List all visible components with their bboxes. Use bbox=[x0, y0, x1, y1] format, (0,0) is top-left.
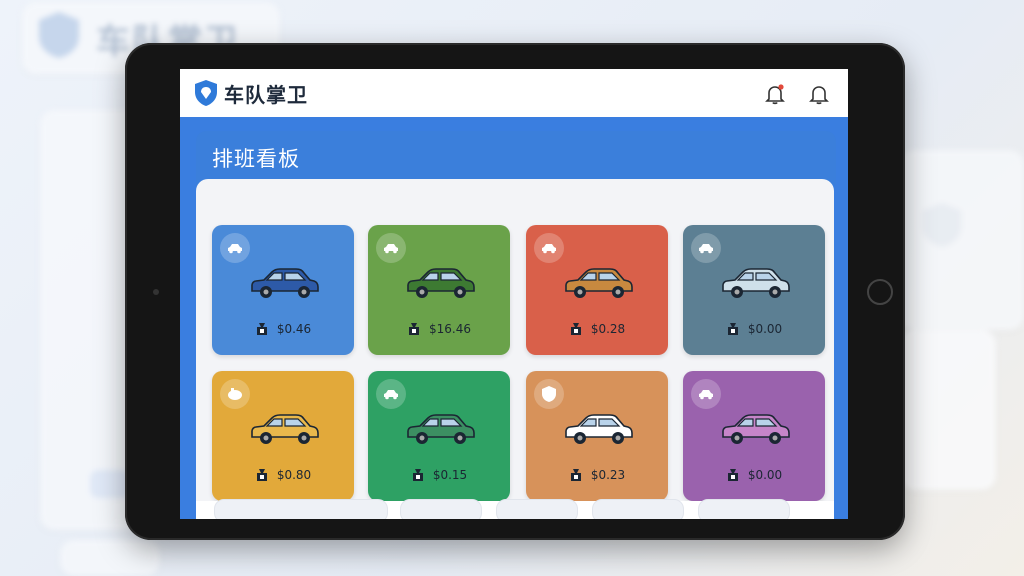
bottom-tab[interactable] bbox=[592, 499, 684, 519]
vehicle-tile[interactable]: $0.23 bbox=[526, 371, 668, 501]
home-button[interactable] bbox=[867, 279, 893, 305]
money-bag-icon bbox=[570, 469, 581, 481]
money-bag-icon bbox=[409, 323, 419, 335]
money-bag-icon bbox=[256, 323, 267, 335]
car-illustration-icon bbox=[407, 414, 475, 444]
tile-footer: $0.28 bbox=[526, 319, 668, 339]
vehicle-tile[interactable]: $0.80 bbox=[212, 371, 354, 501]
tile-amount: $0.28 bbox=[590, 322, 626, 336]
bell-icon[interactable] bbox=[808, 83, 830, 105]
vehicle-tile[interactable]: $0.00 bbox=[683, 371, 825, 501]
board-title: 排班看板 bbox=[212, 147, 300, 171]
tile-amount: $0.80 bbox=[276, 468, 312, 482]
bottom-tab[interactable] bbox=[496, 499, 578, 519]
car-illustration-icon bbox=[722, 414, 790, 444]
tile-amount: $16.46 bbox=[429, 322, 471, 336]
car-icon bbox=[699, 244, 713, 254]
car-illustration-icon bbox=[722, 268, 790, 298]
money-bag-icon bbox=[412, 469, 423, 481]
tablet-device: 车队掌卫 排班看板 $0.46 $16.46 $0.28 $0.00 $0.80 $0.1… bbox=[125, 43, 905, 540]
shield-icon bbox=[542, 386, 556, 402]
bg-shield-icon bbox=[39, 12, 79, 58]
vehicle-tile[interactable]: $16.46 bbox=[368, 225, 510, 355]
car-icon bbox=[699, 390, 713, 400]
bottom-tab[interactable] bbox=[698, 499, 790, 519]
car-icon bbox=[384, 244, 398, 254]
bg-bottom-card bbox=[60, 540, 160, 576]
piggy-icon bbox=[228, 388, 242, 400]
car-illustration-icon bbox=[251, 414, 319, 444]
app-header: 车队掌卫 bbox=[180, 69, 848, 117]
bg-pill bbox=[90, 470, 130, 498]
tile-badge bbox=[691, 233, 721, 263]
car-icon bbox=[228, 244, 242, 254]
tile-badge bbox=[534, 379, 564, 409]
app-title: 车队掌卫 bbox=[224, 83, 308, 107]
alert-bell-icon[interactable] bbox=[764, 83, 786, 105]
schedule-board-header: 排班看板 bbox=[196, 131, 836, 185]
vehicle-tile[interactable]: $0.15 bbox=[368, 371, 510, 501]
car-icon bbox=[384, 390, 398, 400]
money-bag-icon bbox=[570, 323, 581, 335]
tile-amount: $0.00 bbox=[747, 322, 783, 336]
money-bag-icon bbox=[727, 469, 738, 481]
car-illustration-icon bbox=[407, 268, 475, 298]
car-icon bbox=[542, 244, 556, 254]
bg-right-list bbox=[900, 330, 996, 490]
money-bag-icon bbox=[256, 469, 267, 481]
car-illustration-icon bbox=[565, 268, 633, 298]
car-illustration-icon bbox=[251, 268, 319, 298]
tile-badge bbox=[534, 233, 564, 263]
vehicle-tile[interactable]: $0.46 bbox=[212, 225, 354, 355]
bottom-tab[interactable] bbox=[214, 499, 388, 519]
tile-badge bbox=[376, 379, 406, 409]
tile-footer: $0.80 bbox=[212, 465, 354, 485]
tile-badge bbox=[220, 233, 250, 263]
bg-shield-icon-right bbox=[922, 203, 962, 247]
tablet-screen: 车队掌卫 排班看板 $0.46 $16.46 $0.28 $0.00 $0.80 $0.1… bbox=[180, 69, 848, 519]
tile-amount: $0.00 bbox=[747, 468, 783, 482]
tile-amount: $0.15 bbox=[432, 468, 468, 482]
tile-amount: $0.46 bbox=[276, 322, 312, 336]
tile-badge bbox=[376, 233, 406, 263]
tile-footer: $16.46 bbox=[368, 319, 510, 339]
tile-amount: $0.23 bbox=[590, 468, 626, 482]
tile-footer: $0.46 bbox=[212, 319, 354, 339]
camera-dot bbox=[153, 289, 159, 295]
tile-footer: $0.15 bbox=[368, 465, 510, 485]
tile-footer: $0.00 bbox=[683, 465, 825, 485]
vehicle-tile[interactable]: $0.28 bbox=[526, 225, 668, 355]
tile-footer: $0.00 bbox=[683, 319, 825, 339]
shield-logo-icon bbox=[195, 80, 217, 106]
money-bag-icon bbox=[727, 323, 738, 335]
tile-badge bbox=[691, 379, 721, 409]
vehicle-tile[interactable]: $0.00 bbox=[683, 225, 825, 355]
car-illustration-icon bbox=[565, 414, 633, 444]
tile-footer: $0.23 bbox=[526, 465, 668, 485]
tile-badge bbox=[220, 379, 250, 409]
bottom-tab[interactable] bbox=[400, 499, 482, 519]
